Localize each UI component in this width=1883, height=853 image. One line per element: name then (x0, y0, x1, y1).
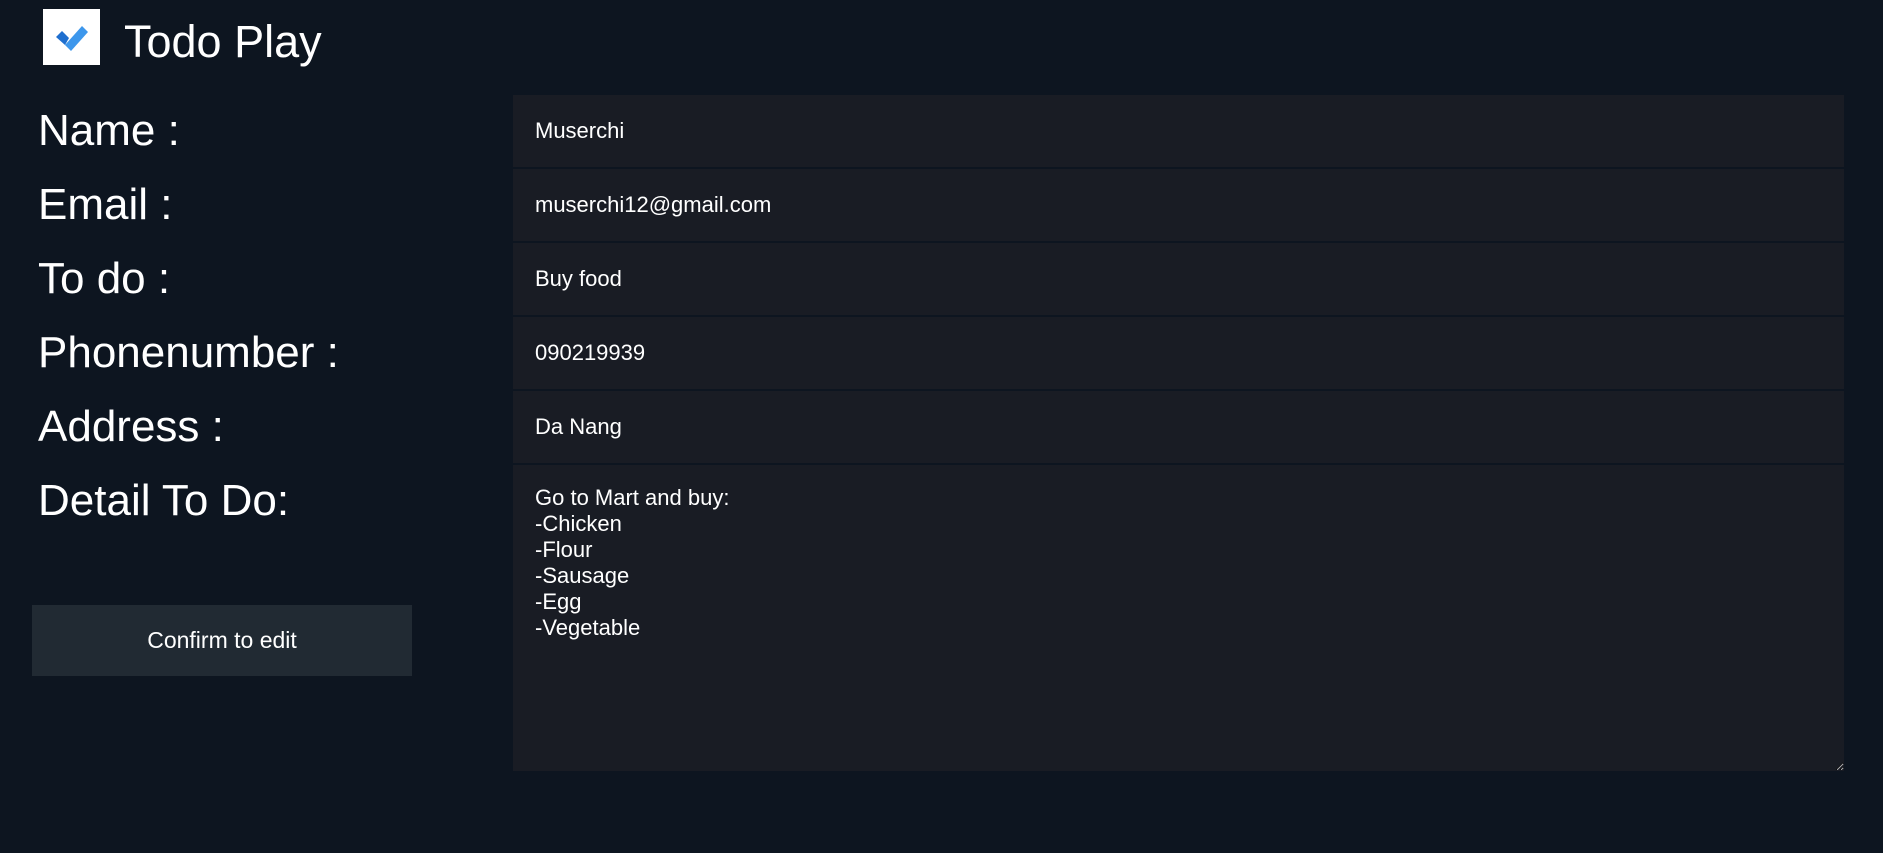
todo-label: To do : (38, 254, 171, 303)
phone-field[interactable] (513, 317, 1844, 389)
confirm-edit-button[interactable]: Confirm to edit (32, 605, 412, 676)
detail-textarea[interactable]: Go to Mart and buy: -Chicken -Flour -Sau… (513, 465, 1844, 771)
detail-label: Detail To Do: (38, 476, 290, 525)
app-logo (43, 9, 100, 65)
form-labels: Name : Email : To do : Phonenumber : Add… (38, 94, 339, 538)
address-label: Address : (38, 402, 224, 451)
email-label: Email : (38, 180, 173, 229)
email-field[interactable] (513, 169, 1844, 241)
todo-field[interactable] (513, 243, 1844, 315)
name-label: Name : (38, 106, 180, 155)
checkmark-icon (55, 26, 88, 51)
app-title: Todo Play (124, 15, 322, 67)
phone-label: Phonenumber : (38, 328, 339, 377)
address-field[interactable] (513, 391, 1844, 463)
app-header: Todo Play (43, 6, 322, 68)
edit-form: Go to Mart and buy: -Chicken -Flour -Sau… (513, 95, 1844, 771)
name-field[interactable] (513, 95, 1844, 167)
